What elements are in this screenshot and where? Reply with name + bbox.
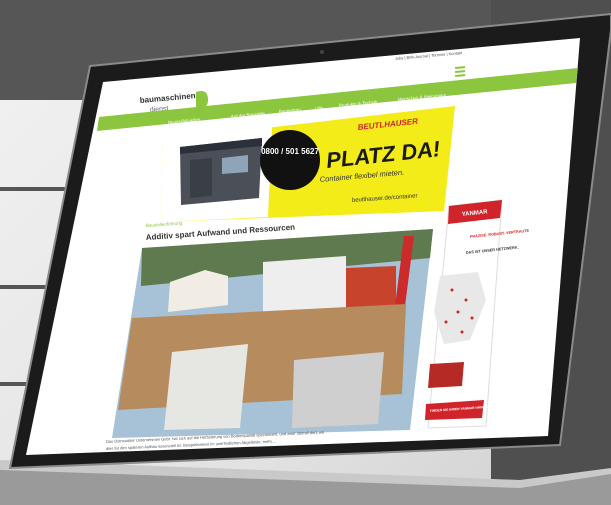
excavator-image: [428, 362, 464, 388]
camera-icon: [320, 50, 324, 54]
laptop-illustration: baumaschinen dienst Jobs | BMI-Journal |…: [0, 12, 611, 505]
menu-icon[interactable]: [455, 66, 466, 77]
logo-icon: [196, 91, 208, 109]
photo-building: [263, 256, 346, 316]
phone-number: 0800 / 501 5627: [261, 147, 319, 156]
container-window: [222, 155, 248, 174]
photo-concrete-block: [292, 352, 384, 428]
article[interactable]: Baustellenführung Additiv spart Aufwand …: [106, 220, 433, 451]
container-door: [190, 158, 212, 198]
phone-badge: [260, 130, 320, 190]
photo-formwork: [164, 344, 248, 430]
nav-item-lifts[interactable]: Lifts: [315, 105, 324, 111]
